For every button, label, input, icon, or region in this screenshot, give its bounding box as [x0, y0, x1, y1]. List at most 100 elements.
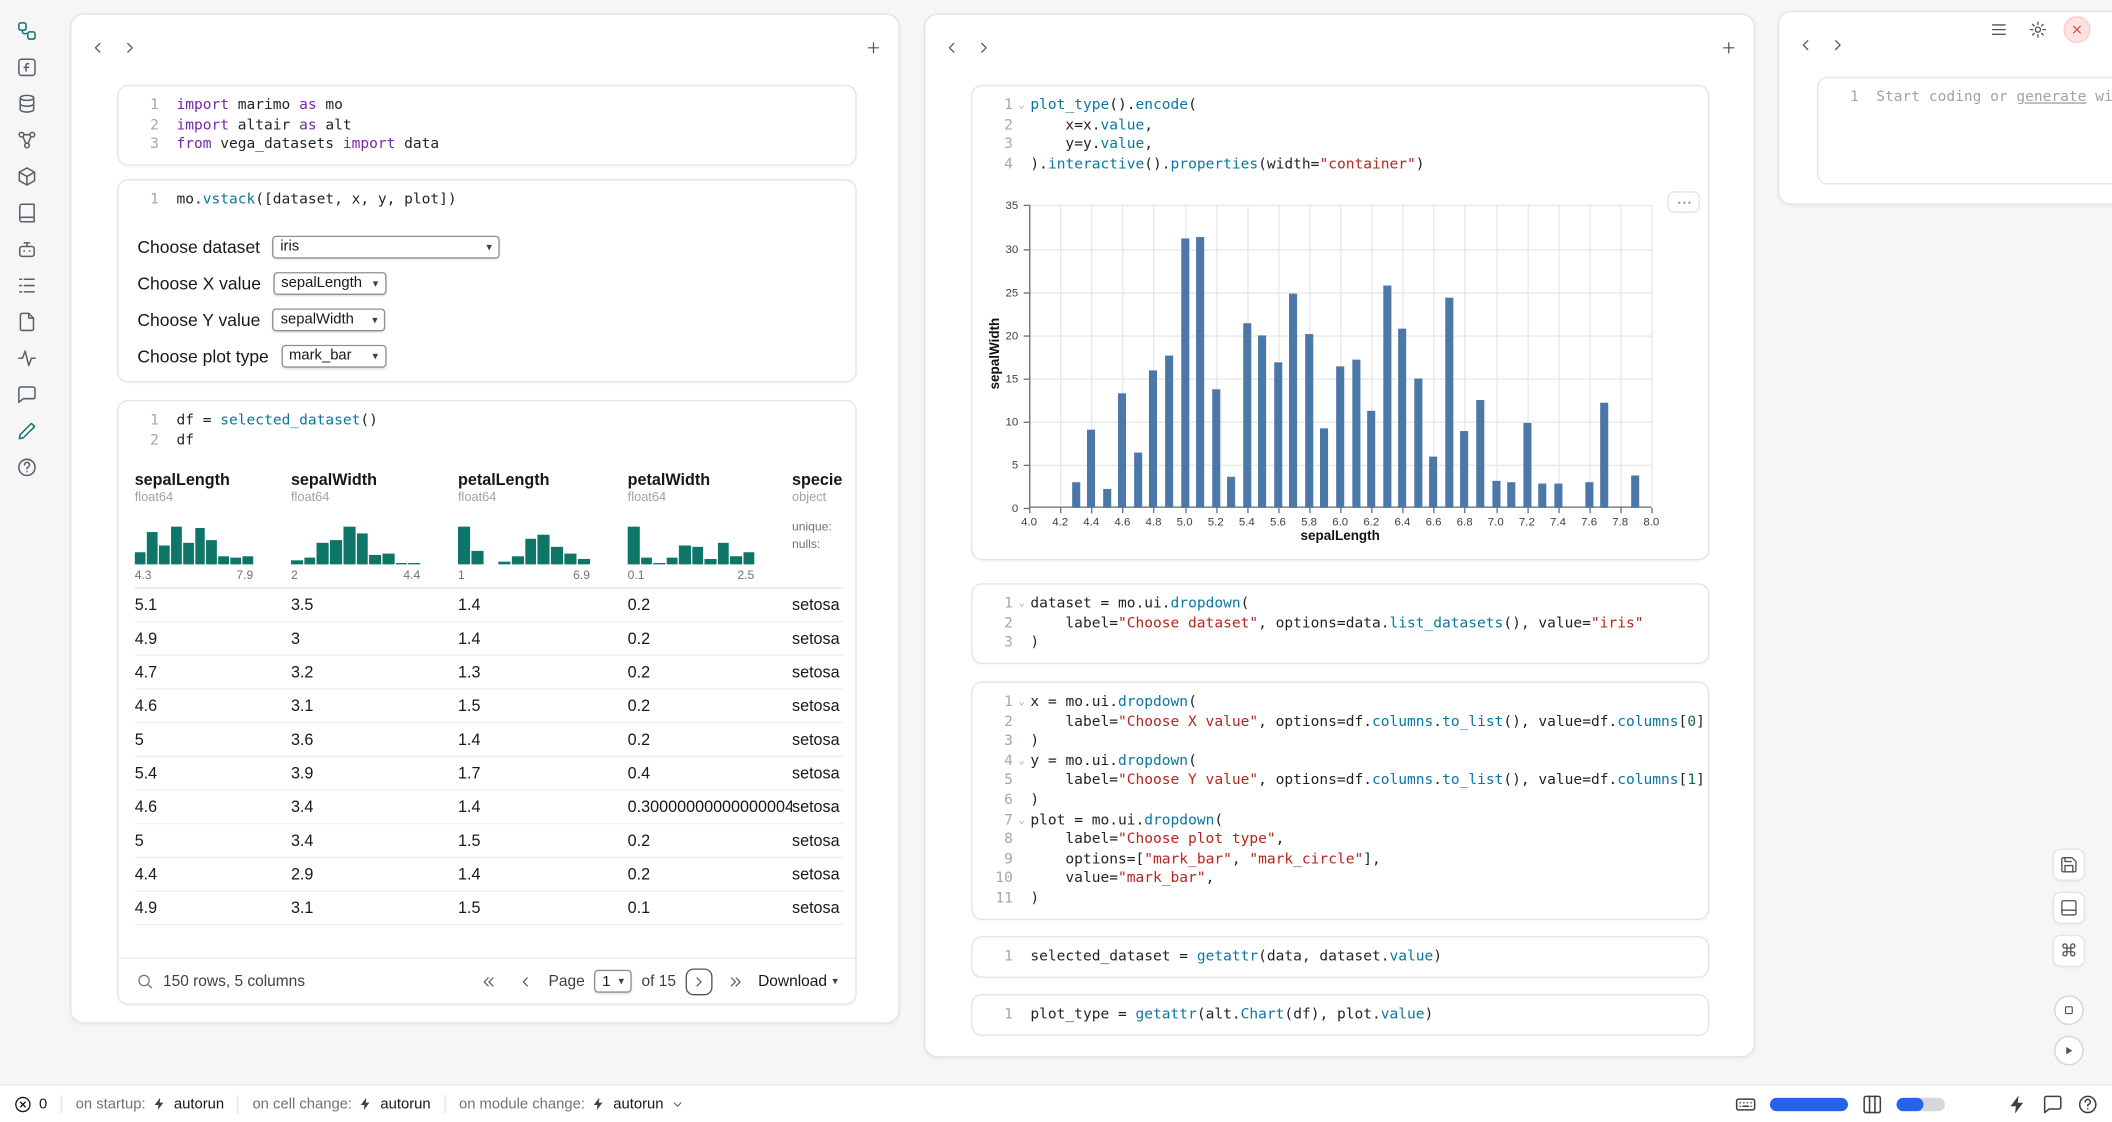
- code-editor[interactable]: 1 Start coding or generate with AI: [1818, 78, 2112, 117]
- column-header[interactable]: petalLengthfloat6416.9: [458, 470, 628, 582]
- first-page-button[interactable]: [476, 968, 503, 995]
- code-line[interactable]: 11): [981, 889, 1698, 909]
- code-line[interactable]: 8 label="Choose plot type",: [981, 830, 1698, 850]
- code-editor[interactable]: 1df = selected_dataset()2df: [119, 401, 856, 459]
- column-scroll-right-button[interactable]: [114, 34, 144, 61]
- code-editor[interactable]: 1⌄dataset = mo.ui.dropdown(2 label="Choo…: [972, 585, 1707, 663]
- code-editor[interactable]: 1plot_type = getattr(alt.Chart(df), plot…: [972, 995, 1707, 1034]
- code-line[interactable]: 1plot_type = getattr(alt.Chart(df), plot…: [981, 1005, 1698, 1025]
- ai-assistant-icon[interactable]: [11, 234, 43, 264]
- code-line[interactable]: 4).interactive().properties(width="conta…: [981, 155, 1698, 175]
- column-header[interactable]: sepalWidthfloat6424.4: [291, 470, 458, 582]
- x-axis-tick-label: 7.0: [1488, 515, 1504, 528]
- code-editor[interactable]: 1⌄plot_type().encode(2 x=x.value,3 y=y.v…: [972, 86, 1707, 183]
- page-select[interactable]: 1 ▾: [594, 970, 632, 993]
- code-line[interactable]: 7⌄plot = mo.ui.dropdown(: [981, 810, 1698, 830]
- code-line[interactable]: 1⌄x = mo.ui.dropdown(: [981, 692, 1698, 712]
- code-line[interactable]: 3): [981, 732, 1698, 752]
- packages-icon[interactable]: [11, 162, 43, 192]
- code-line[interactable]: 1⌄plot_type().encode(: [981, 96, 1698, 116]
- fold-arrow-icon[interactable]: ⌄: [1013, 810, 1031, 830]
- menu-button[interactable]: [1985, 16, 2012, 43]
- next-page-button[interactable]: [685, 968, 712, 995]
- stop-kernel-button[interactable]: [2054, 995, 2084, 1025]
- code-line[interactable]: 6): [981, 791, 1698, 811]
- dependency-graph-icon[interactable]: [11, 125, 43, 155]
- column-header[interactable]: petalWidthfloat640.12.5: [628, 470, 792, 582]
- column-scroll-left-button[interactable]: [82, 34, 112, 61]
- comments-icon[interactable]: [11, 380, 43, 410]
- code-line[interactable]: 2import altair as alt: [127, 115, 845, 135]
- table-cell: 3.2: [291, 663, 458, 682]
- code-line[interactable]: 2df: [127, 430, 845, 450]
- dropdown-choose-dataset[interactable]: iris▾: [272, 235, 500, 258]
- generate-with-ai-link[interactable]: generate: [2016, 88, 2086, 106]
- errors-indicator[interactable]: 0: [13, 1094, 47, 1113]
- fold-arrow-icon[interactable]: ⌄: [1013, 751, 1031, 771]
- download-button[interactable]: Download ▾: [758, 973, 838, 989]
- code-line[interactable]: 1mo.vstack([dataset, x, y, plot]): [127, 190, 845, 210]
- add-cell-button[interactable]: [1713, 34, 1743, 61]
- code-editor[interactable]: 1mo.vstack([dataset, x, y, plot]): [119, 180, 856, 219]
- tracing-icon[interactable]: [11, 343, 43, 373]
- dropdown-choose-plot-type[interactable]: mark_bar▾: [281, 344, 386, 367]
- code-line[interactable]: 2 label="Choose X value", options=df.col…: [981, 712, 1698, 732]
- fold-arrow-icon[interactable]: ⌄: [1013, 692, 1031, 712]
- code-editor[interactable]: 1⌄x = mo.ui.dropdown(2 label="Choose X v…: [972, 683, 1707, 918]
- search-icon[interactable]: [136, 972, 154, 990]
- code-line[interactable]: 4⌄y = mo.ui.dropdown(: [981, 751, 1698, 771]
- add-cell-button[interactable]: [858, 34, 888, 61]
- column-layout-button[interactable]: [1861, 1093, 1883, 1115]
- stale-cells-button[interactable]: [2007, 1093, 2029, 1115]
- run-all-button[interactable]: [2054, 1036, 2084, 1066]
- dropdown-choose-y-value[interactable]: sepalWidth▾: [273, 308, 386, 331]
- runtime-setting-on-startup[interactable]: on startup:autorun: [76, 1096, 225, 1112]
- column-scroll-left-button[interactable]: [1790, 31, 1820, 58]
- database-icon[interactable]: [11, 89, 43, 119]
- dropdown-choose-x-value[interactable]: sepalLength▾: [273, 272, 386, 295]
- code-line[interactable]: 1selected_dataset = getattr(data, datase…: [981, 947, 1698, 967]
- code-line[interactable]: 1df = selected_dataset(): [127, 411, 845, 431]
- feedback-button[interactable]: [2042, 1093, 2064, 1115]
- last-page-button[interactable]: [722, 968, 749, 995]
- shutdown-button[interactable]: [2064, 16, 2091, 43]
- help-button[interactable]: [2077, 1093, 2099, 1115]
- code-line[interactable]: 2 label="Choose dataset", options=data.l…: [981, 614, 1698, 634]
- code-line[interactable]: 5 label="Choose Y value", options=df.col…: [981, 771, 1698, 791]
- code-line[interactable]: 3): [981, 633, 1698, 653]
- chart-menu-button[interactable]: [1668, 192, 1700, 214]
- save-button[interactable]: [2053, 849, 2085, 881]
- altair-chart[interactable]: 051015202530354.04.24.44.64.85.05.25.45.…: [978, 184, 1703, 561]
- column-scroll-right-button[interactable]: [1822, 31, 1852, 58]
- functions-icon[interactable]: [11, 53, 43, 83]
- scratchpad-icon[interactable]: [11, 416, 43, 446]
- column-header[interactable]: speciesobjectunique:nulls:: [792, 470, 843, 582]
- code-line[interactable]: 1⌄dataset = mo.ui.dropdown(: [981, 594, 1698, 614]
- code-line[interactable]: 3 y=y.value,: [981, 135, 1698, 155]
- help-icon[interactable]: [11, 453, 43, 483]
- runtime-setting-on-cell-change[interactable]: on cell change:autorun: [252, 1096, 430, 1112]
- code-editor[interactable]: 1selected_dataset = getattr(data, datase…: [972, 937, 1707, 976]
- documentation-icon[interactable]: [11, 198, 43, 228]
- workflow-icon[interactable]: [11, 16, 43, 46]
- code-line[interactable]: 10 value="mark_bar",: [981, 869, 1698, 889]
- code-line[interactable]: 1import marimo as mo: [127, 96, 845, 116]
- command-palette-button[interactable]: ⌘: [2053, 935, 2085, 967]
- code-line[interactable]: 2 x=x.value,: [981, 115, 1698, 135]
- settings-button[interactable]: [2024, 16, 2051, 43]
- runtime-setting-on-module-change[interactable]: on module change:autorun: [459, 1096, 684, 1112]
- prev-page-button[interactable]: [512, 968, 539, 995]
- keyboard-shortcuts-button[interactable]: [1735, 1093, 1757, 1115]
- code-editor[interactable]: 1import marimo as mo2import altair as al…: [119, 86, 856, 164]
- panel-layout-button[interactable]: [2053, 892, 2085, 924]
- snippets-icon[interactable]: [11, 307, 43, 337]
- column-scroll-right-button[interactable]: [968, 34, 998, 61]
- column-header[interactable]: sepalLengthfloat644.37.9: [135, 470, 291, 582]
- code-line[interactable]: 9 options=["mark_bar", "mark_circle"],: [981, 850, 1698, 870]
- fold-arrow-icon[interactable]: ⌄: [1013, 594, 1031, 614]
- code-line[interactable]: 3from vega_datasets import data: [127, 135, 845, 155]
- logs-icon[interactable]: [11, 271, 43, 301]
- column-scroll-left-button[interactable]: [936, 34, 966, 61]
- fold-arrow-icon[interactable]: ⌄: [1013, 96, 1031, 116]
- table-row: 4.73.21.30.2setosa: [135, 656, 843, 690]
